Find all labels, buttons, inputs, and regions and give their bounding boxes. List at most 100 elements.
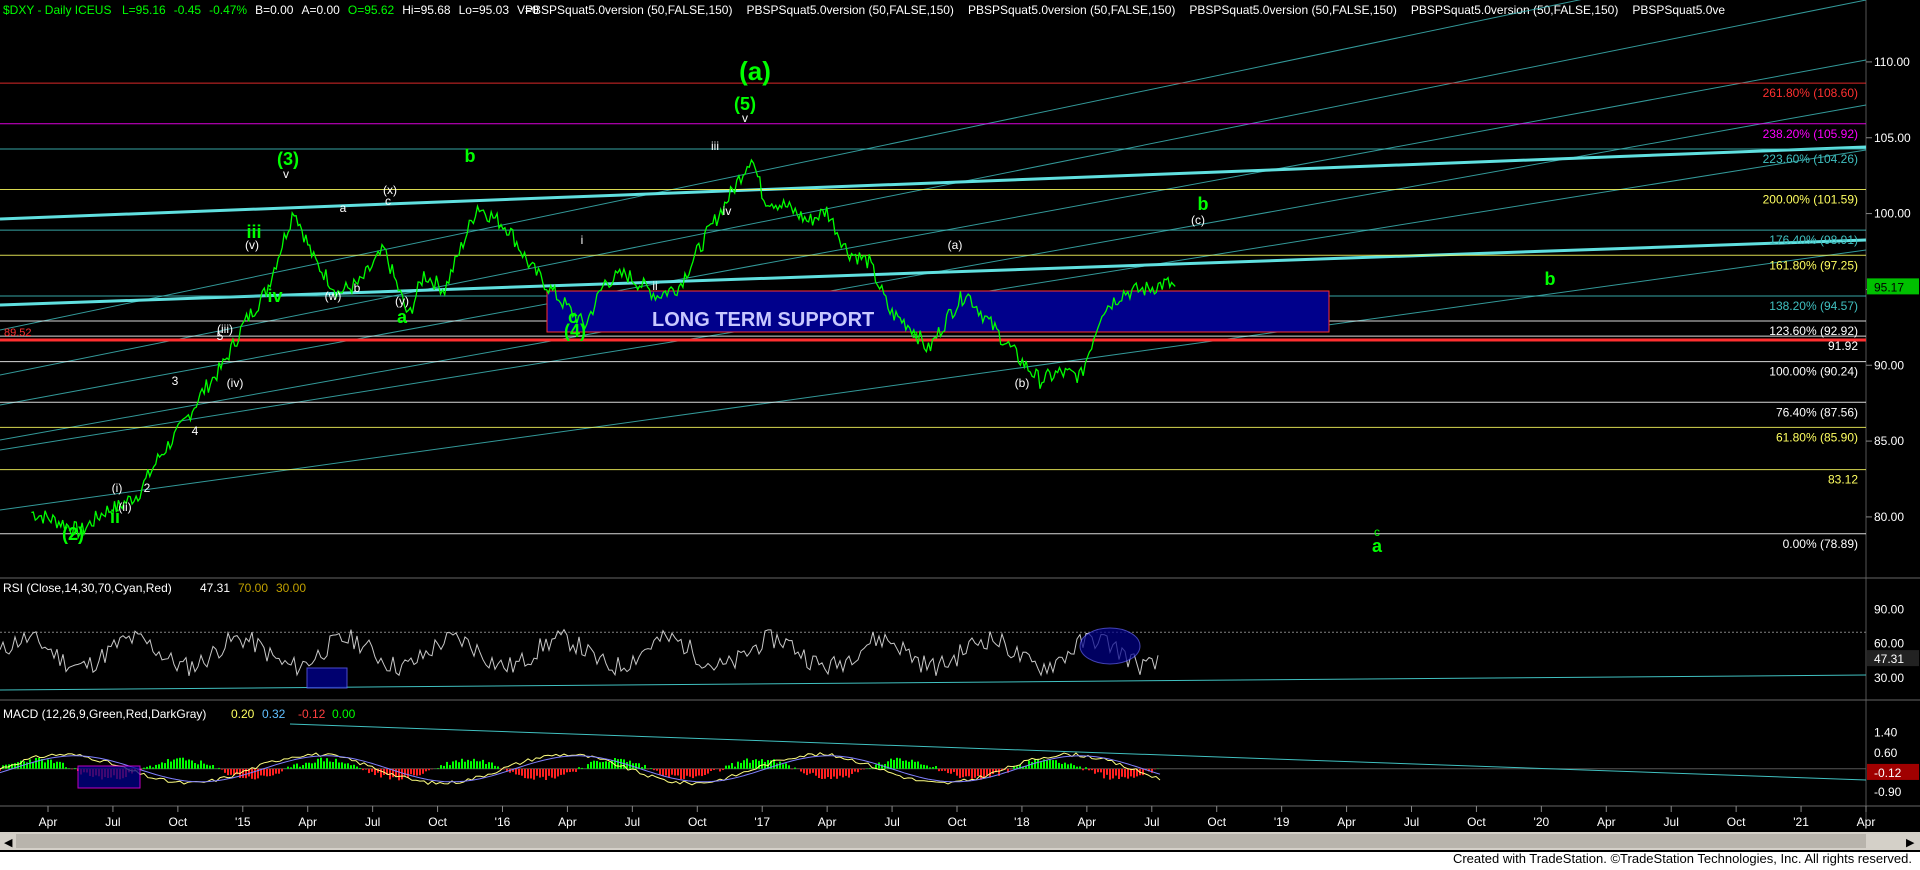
time-tick-label: Oct — [948, 815, 967, 829]
time-tick-label: Oct — [169, 815, 188, 829]
wave-label: (v) — [245, 238, 259, 252]
macd-value-1: 0.32 — [262, 707, 286, 721]
fib-label: 161.80% (97.25) — [1769, 258, 1858, 272]
macd-title: MACD (12,26,9,Green,Red,DarkGray) — [3, 707, 206, 721]
time-tick-label: Jul — [884, 815, 899, 829]
wave-label: (2) — [62, 524, 84, 544]
time-tick-label: Apr — [1337, 815, 1356, 829]
study-label: PBSPSquat5.0version (50,FALSE,150) — [746, 3, 953, 17]
ohlc-field: Lo=95.03 — [459, 3, 510, 17]
ohlc-readout: L=95.16 -0.45 -0.47% B=0.00 A=0.00 O=95.62 Hi=… — [122, 3, 539, 17]
wave-label: b — [1198, 194, 1209, 214]
time-tick-label: Oct — [688, 815, 707, 829]
ohlc-field: A=0.00 — [301, 3, 340, 17]
macd-tick-label: -0.90 — [1874, 785, 1902, 799]
time-tick-label: Jul — [105, 815, 120, 829]
time-tick-label: '18 — [1014, 815, 1030, 829]
rsi-value-0: 47.31 — [200, 581, 230, 595]
rsi-tick-label: 60.00 — [1874, 637, 1904, 651]
macd-value-3: 0.00 — [332, 707, 356, 721]
rsi-tick-label: 30.00 — [1874, 671, 1904, 685]
time-tick-label: Apr — [558, 815, 577, 829]
time-tick-label: Oct — [1727, 815, 1746, 829]
wave-label: v — [283, 167, 289, 181]
fib-label: 223.60% (104.26) — [1763, 152, 1858, 166]
wave-label: 2 — [144, 481, 151, 495]
rsi-value-2: 30.00 — [276, 581, 306, 595]
wave-label: b — [465, 146, 476, 166]
time-tick-label: Oct — [1207, 815, 1226, 829]
price-tick-label: 90.00 — [1874, 358, 1904, 372]
fib-label: 0.00% (78.89) — [1783, 537, 1858, 551]
wave-label: c — [385, 194, 391, 208]
fib-label: 176.40% (98.91) — [1769, 233, 1858, 247]
time-tick-label: Apr — [1597, 815, 1616, 829]
study-label: PBSPSquat5.0version (50,FALSE,150) — [968, 3, 1175, 17]
wave-label: (y) — [395, 294, 409, 308]
wave-label: (c) — [1191, 213, 1205, 227]
rsi-title: RSI (Close,14,30,70,Cyan,Red) — [3, 581, 172, 595]
macd-value-0: 0.20 — [231, 707, 255, 721]
wave-label: iv — [267, 286, 282, 306]
wave-label: ii — [652, 279, 657, 293]
wave-label: a — [912, 327, 919, 341]
scroll-right-arrow[interactable]: ▶ — [1906, 837, 1915, 849]
wave-label: (i) — [112, 481, 123, 495]
time-tick-label: Apr — [818, 815, 837, 829]
symbol-title: $DXY - Daily ICEUS — [3, 3, 111, 17]
wave-label: c — [568, 307, 578, 327]
last-price-label: 95.17 — [1874, 280, 1904, 294]
macd-current-label: -0.12 — [1874, 766, 1902, 780]
study-label: PBSPSquat5.0version (50,FALSE,150) — [1189, 3, 1396, 17]
wave-label: b — [1545, 269, 1556, 289]
fib-label: 200.00% (101.59) — [1763, 192, 1858, 206]
chart-background — [0, 0, 1920, 870]
wave-label: iii — [711, 139, 719, 153]
scroll-left-arrow[interactable]: ◀ — [4, 837, 13, 849]
ohlc-field: -0.45 — [174, 3, 202, 17]
wave-label: (w) — [325, 289, 342, 303]
wave-label: (ii) — [118, 500, 131, 514]
study-labels: PBSPSquat5.0version (50,FALSE,150) PBSPSq… — [525, 3, 1725, 17]
level-89-52-label: 89.52 — [4, 327, 32, 339]
ohlc-field: L=95.16 — [122, 3, 166, 17]
price-tick-label: 80.00 — [1874, 510, 1904, 524]
wave-label: a — [1372, 536, 1383, 556]
time-tick-label: '20 — [1534, 815, 1550, 829]
time-scrollbar[interactable]: ◀ ▶ — [0, 832, 1920, 850]
wave-label: (a) — [948, 238, 963, 252]
price-tick-label: 105.00 — [1874, 131, 1911, 145]
fib-label: 100.00% (90.24) — [1769, 365, 1858, 379]
wave-label: 4 — [192, 424, 199, 438]
wave-label: 5 — [217, 329, 224, 343]
long-term-support: LONG TERM SUPPORT — [546, 290, 1330, 333]
wave-label: (a) — [739, 56, 771, 86]
time-tick-label: Jul — [365, 815, 380, 829]
ohlc-field: Hi=95.68 — [402, 3, 451, 17]
wave-label: v — [742, 111, 748, 125]
rsi-value-1: 70.00 — [238, 581, 268, 595]
macd-highlight-box — [77, 765, 141, 789]
study-label: PBSPSquat5.0ve — [1632, 3, 1725, 17]
chart-canvas: $DXY - Daily ICEUS L=95.16 -0.45 -0.47% B=0… — [0, 0, 1920, 870]
time-tick-label: Apr — [1857, 815, 1876, 829]
fib-label: 76.40% (87.56) — [1776, 405, 1858, 419]
price-tick-label: 85.00 — [1874, 434, 1904, 448]
chart-header: $DXY - Daily ICEUS L=95.16 -0.45 -0.47% B=0… — [3, 3, 1725, 17]
scrollbar-thumb[interactable] — [16, 834, 1866, 848]
wave-label: 3 — [172, 374, 179, 388]
rsi-highlight — [1079, 627, 1141, 665]
time-tick-label: '21 — [1793, 815, 1809, 829]
time-tick-label: '17 — [754, 815, 770, 829]
ohlc-field: O=95.62 — [348, 3, 395, 17]
support-label: LONG TERM SUPPORT — [652, 309, 874, 331]
time-tick-label: Jul — [625, 815, 640, 829]
wave-label: (3) — [277, 149, 299, 169]
time-tick-label: Apr — [1078, 815, 1097, 829]
wave-label: b — [354, 281, 361, 295]
macd-tick-label: 1.40 — [1874, 725, 1898, 739]
rsi-highlight-box — [306, 667, 348, 689]
fib-label: 138.20% (94.57) — [1769, 299, 1858, 313]
wave-label: (b) — [1015, 376, 1030, 390]
time-tick-label: Oct — [428, 815, 447, 829]
